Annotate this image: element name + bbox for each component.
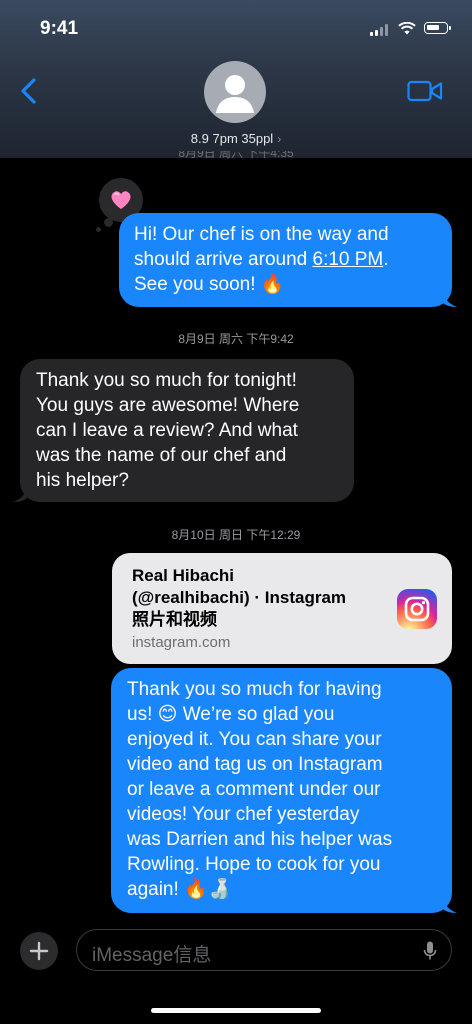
timestamp: 8月9日 周六 下午9:42 <box>178 332 294 346</box>
message-line: Rowling. Hope to cook for you <box>127 854 381 875</box>
link-preview-title: Real Hibachi (@realhibachi) · Instagram … <box>132 565 382 631</box>
link-title-line: Real Hibachi <box>132 566 235 585</box>
message-line: video and tag us on Instagram <box>127 754 383 775</box>
message-line: his helper? <box>36 470 129 491</box>
message-line: You guys are awesome! Where <box>36 395 300 416</box>
instagram-icon <box>397 589 437 629</box>
chevron-left-icon[interactable] <box>18 76 42 106</box>
wifi-icon <box>398 22 416 35</box>
avatar[interactable] <box>204 61 266 123</box>
plus-button[interactable] <box>20 932 58 970</box>
link-preview-card[interactable]: Real Hibachi (@realhibachi) · Instagram … <box>112 553 452 664</box>
outgoing-message[interactable]: Thank you so much for having us! 😊 We’re… <box>111 668 452 913</box>
message-line: again! 🔥🍶 <box>127 879 232 900</box>
message-text: . <box>383 249 389 270</box>
outgoing-message[interactable]: Hi! Our chef is on the way and should ar… <box>119 213 452 307</box>
imessage-input[interactable]: iMessage信息 <box>76 929 452 971</box>
bubble-tail <box>13 484 29 502</box>
link-title-line: 照片和视频 <box>132 610 217 629</box>
status-bar: 9:41 <box>0 18 472 42</box>
conversation-header: 9:41 8.9 7pm 35ppl › <box>0 0 472 158</box>
message-text: should arrive around <box>134 249 313 270</box>
message-line: enjoyed it. You can share your <box>127 729 382 750</box>
link-title-line: (@realhibachi) · Instagram <box>132 588 347 607</box>
message-line: or leave a comment under our <box>127 779 381 800</box>
message-input-bar: iMessage信息 <box>0 920 472 980</box>
contact-name-row[interactable]: 8.9 7pm 35ppl › <box>0 131 472 146</box>
plus-icon <box>29 941 49 961</box>
message-line: Hi! Our chef is on the way and <box>134 224 389 245</box>
contact-name: 8.9 7pm 35ppl <box>190 131 274 146</box>
message-line: was the name of our chef and <box>36 445 287 466</box>
person-icon <box>216 75 254 113</box>
link-preview-domain: instagram.com <box>132 634 231 651</box>
home-indicator[interactable] <box>151 1008 321 1013</box>
message-line: was Darrien and his helper was <box>127 829 393 850</box>
video-camera-icon[interactable] <box>407 80 443 102</box>
battery-icon <box>424 22 451 34</box>
message-line: us! 😊 We’re so glad you <box>127 704 335 725</box>
message-line: should arrive around 6:10 PM. <box>134 247 438 272</box>
time-link[interactable]: 6:10 PM <box>313 249 384 270</box>
chevron-right-icon: › <box>277 132 282 146</box>
message-line: See you soon! 🔥 <box>134 274 285 295</box>
input-placeholder: iMessage信息 <box>92 945 212 966</box>
message-line: Thank you so much for having <box>127 679 382 700</box>
message-line: can I leave a review? And what <box>36 420 298 441</box>
reaction-tail <box>96 227 101 232</box>
bubble-tail <box>441 895 457 913</box>
message-line: Thank you so much for tonight! <box>36 370 297 391</box>
timestamp: 8月10日 周日 下午12:29 <box>171 528 301 542</box>
microphone-icon[interactable] <box>423 941 437 961</box>
cellular-signal-icon <box>370 24 388 36</box>
bubble-tail <box>441 289 457 307</box>
incoming-message[interactable]: Thank you so much for tonight! You guys … <box>20 359 354 502</box>
status-time: 9:41 <box>40 18 79 39</box>
message-line: videos! Your chef yesterday <box>127 804 360 825</box>
